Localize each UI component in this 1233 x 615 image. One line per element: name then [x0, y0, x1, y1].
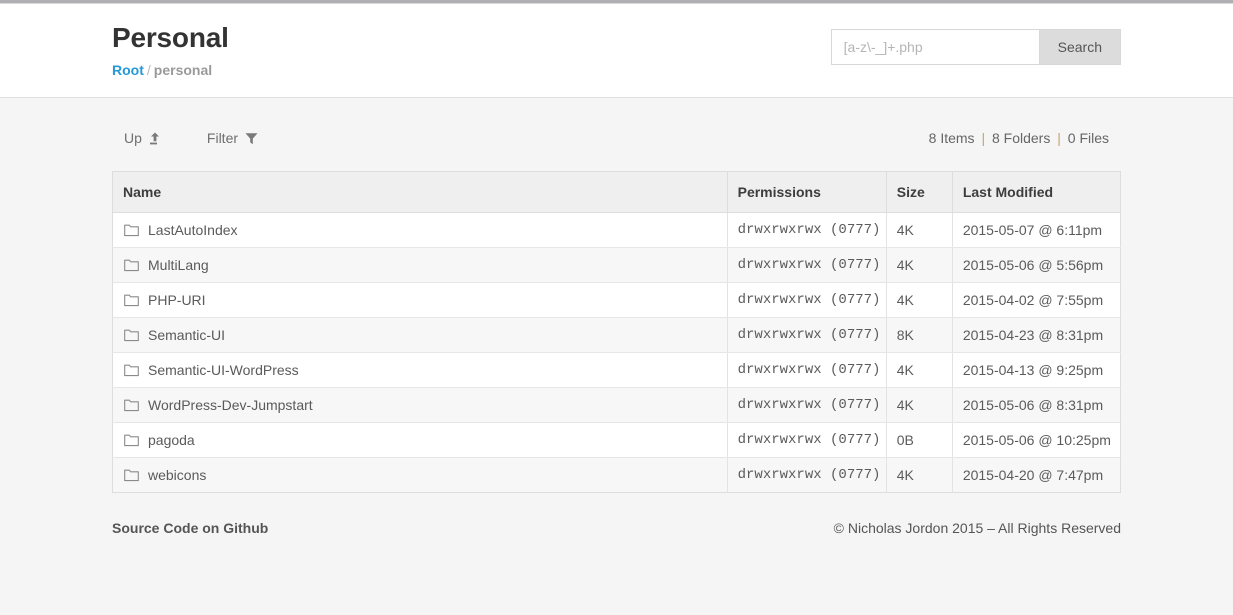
table-row[interactable]: PHP-URI drwxrwxrwx (0777) 4K 2015-04-02 @ 7…: [112, 282, 1121, 318]
cell-size: 4K: [886, 387, 953, 423]
cell-size: 4K: [886, 457, 953, 493]
item-counts: 8 Items | 8 Folders | 0 Files: [929, 130, 1109, 146]
search-form: Search: [830, 29, 1121, 65]
up-directory-label: Up: [124, 130, 142, 146]
cell-last-modified: 2015-05-07 @ 6:11pm: [952, 212, 1121, 248]
filter-label: Filter: [206, 130, 239, 146]
cell-name: webicons: [112, 457, 728, 493]
header-inner: Personal Root/personal Search: [112, 4, 1121, 97]
cell-size: 0B: [886, 422, 953, 458]
cell-last-modified: 2015-04-02 @ 7:55pm: [952, 282, 1121, 318]
items-count: 8 Items: [928, 130, 975, 146]
listing-toolbar: Up Filter 8 Items | 8 Folders | 0 Files: [112, 127, 1121, 149]
cell-last-modified: 2015-05-06 @ 8:31pm: [952, 387, 1121, 423]
page-title: Personal: [112, 22, 229, 53]
source-code-link[interactable]: Source Code on Github: [112, 520, 268, 536]
cell-name: pagoda: [112, 422, 728, 458]
folder-icon: [124, 399, 139, 412]
cell-last-modified: 2015-05-06 @ 10:25pm: [952, 422, 1121, 458]
column-header-size[interactable]: Size: [886, 171, 953, 213]
cell-size: 4K: [886, 212, 953, 248]
cell-last-modified: 2015-04-13 @ 9:25pm: [952, 352, 1121, 388]
folder-icon: [124, 294, 139, 307]
cell-name: Semantic-UI-WordPress: [112, 352, 728, 388]
folder-icon: [124, 469, 139, 482]
folder-icon: [124, 434, 139, 447]
cell-size: 4K: [886, 352, 953, 388]
filter-button[interactable]: Filter: [207, 130, 258, 146]
table-row[interactable]: Semantic-UI drwxrwxrwx (0777) 8K 2015-04-23…: [112, 317, 1121, 353]
table-header: Name Permissions Size Last Modified: [112, 171, 1121, 213]
column-header-permissions[interactable]: Permissions: [727, 171, 887, 213]
column-header-last-modified[interactable]: Last Modified: [952, 171, 1121, 213]
funnel-icon: [245, 132, 258, 145]
breadcrumb-separator: /: [146, 62, 151, 78]
table-row[interactable]: WordPress-Dev-Jumpstart drwxrwxrwx (0777)…: [112, 387, 1121, 423]
table-row[interactable]: LastAutoIndex drwxrwxrwx (0777) 4K 2015-05-…: [112, 212, 1121, 248]
cell-permissions: drwxrwxrwx (0777): [727, 212, 887, 248]
cell-name: LastAutoIndex: [112, 212, 728, 248]
cell-name: MultiLang: [112, 247, 728, 283]
main-content: Up Filter 8 Items | 8 Folders | 0 Files …: [112, 98, 1121, 536]
breadcrumb-current: personal: [153, 62, 213, 78]
file-name-link[interactable]: LastAutoIndex: [148, 222, 238, 238]
cell-permissions: drwxrwxrwx (0777): [727, 317, 887, 353]
page-header: Personal Root/personal Search: [0, 4, 1233, 98]
folder-icon: [124, 259, 139, 272]
file-name-link[interactable]: webicons: [148, 467, 206, 483]
file-name-link[interactable]: Semantic-UI: [148, 327, 225, 343]
table-row[interactable]: Semantic-UI-WordPress drwxrwxrwx (0777) 4K…: [112, 352, 1121, 388]
search-input[interactable]: [830, 29, 1039, 65]
cell-permissions: drwxrwxrwx (0777): [727, 387, 887, 423]
copyright-notice: © Nicholas Jordon 2015 – All Rights Rese…: [833, 520, 1121, 536]
table-body: LastAutoIndex drwxrwxrwx (0777) 4K 2015-05-…: [112, 212, 1121, 493]
file-name-link[interactable]: WordPress-Dev-Jumpstart: [148, 397, 313, 413]
table-row[interactable]: webicons drwxrwxrwx (0777) 4K 2015-04-20 @ …: [112, 457, 1121, 493]
table-header-row: Name Permissions Size Last Modified: [112, 171, 1121, 213]
page-footer: Source Code on Github © Nicholas Jordon …: [112, 493, 1121, 536]
cell-last-modified: 2015-05-06 @ 5:56pm: [952, 247, 1121, 283]
folder-icon: [124, 224, 139, 237]
folder-icon: [124, 329, 139, 342]
cell-permissions: drwxrwxrwx (0777): [727, 352, 887, 388]
search-button[interactable]: Search: [1038, 29, 1121, 65]
toolbar-left-group: Up Filter: [124, 130, 304, 146]
cell-permissions: drwxrwxrwx (0777): [727, 422, 887, 458]
counts-separator-2: |: [1057, 130, 1061, 146]
file-name-link[interactable]: MultiLang: [148, 257, 209, 273]
folder-icon: [124, 364, 139, 377]
file-listing-table: Name Permissions Size Last Modified Last…: [112, 171, 1121, 493]
column-header-name[interactable]: Name: [112, 171, 728, 213]
folders-count: 8 Folders: [991, 130, 1051, 146]
cell-size: 8K: [886, 317, 953, 353]
breadcrumb-root-link[interactable]: Root: [112, 62, 144, 78]
cell-last-modified: 2015-04-23 @ 8:31pm: [952, 317, 1121, 353]
table-row[interactable]: pagoda drwxrwxrwx (0777) 0B 2015-05-06 @ 10…: [112, 422, 1121, 458]
cell-size: 4K: [886, 282, 953, 318]
file-name-link[interactable]: PHP-URI: [148, 292, 206, 308]
cell-size: 4K: [886, 247, 953, 283]
up-directory-button[interactable]: Up: [124, 130, 161, 146]
cell-permissions: drwxrwxrwx (0777): [727, 282, 887, 318]
cell-permissions: drwxrwxrwx (0777): [727, 457, 887, 493]
counts-separator-1: |: [981, 130, 986, 146]
files-count: 0 Files: [1067, 130, 1109, 146]
cell-permissions: drwxrwxrwx (0777): [727, 247, 887, 283]
breadcrumb: Root / personal: [112, 61, 229, 79]
cell-name: Semantic-UI: [112, 317, 728, 353]
cell-name: WordPress-Dev-Jumpstart: [112, 387, 728, 423]
title-block: Personal Root / personal: [112, 21, 229, 79]
cell-name: PHP-URI: [112, 282, 728, 318]
file-name-link[interactable]: Semantic-UI-WordPress: [148, 362, 299, 378]
arrow-up-to-line-icon: [149, 132, 161, 145]
file-name-link[interactable]: pagoda: [148, 432, 195, 448]
cell-last-modified: 2015-04-20 @ 7:47pm: [952, 457, 1121, 493]
table-row[interactable]: MultiLang drwxrwxrwx (0777) 4K 2015-05-06 @…: [112, 247, 1121, 283]
